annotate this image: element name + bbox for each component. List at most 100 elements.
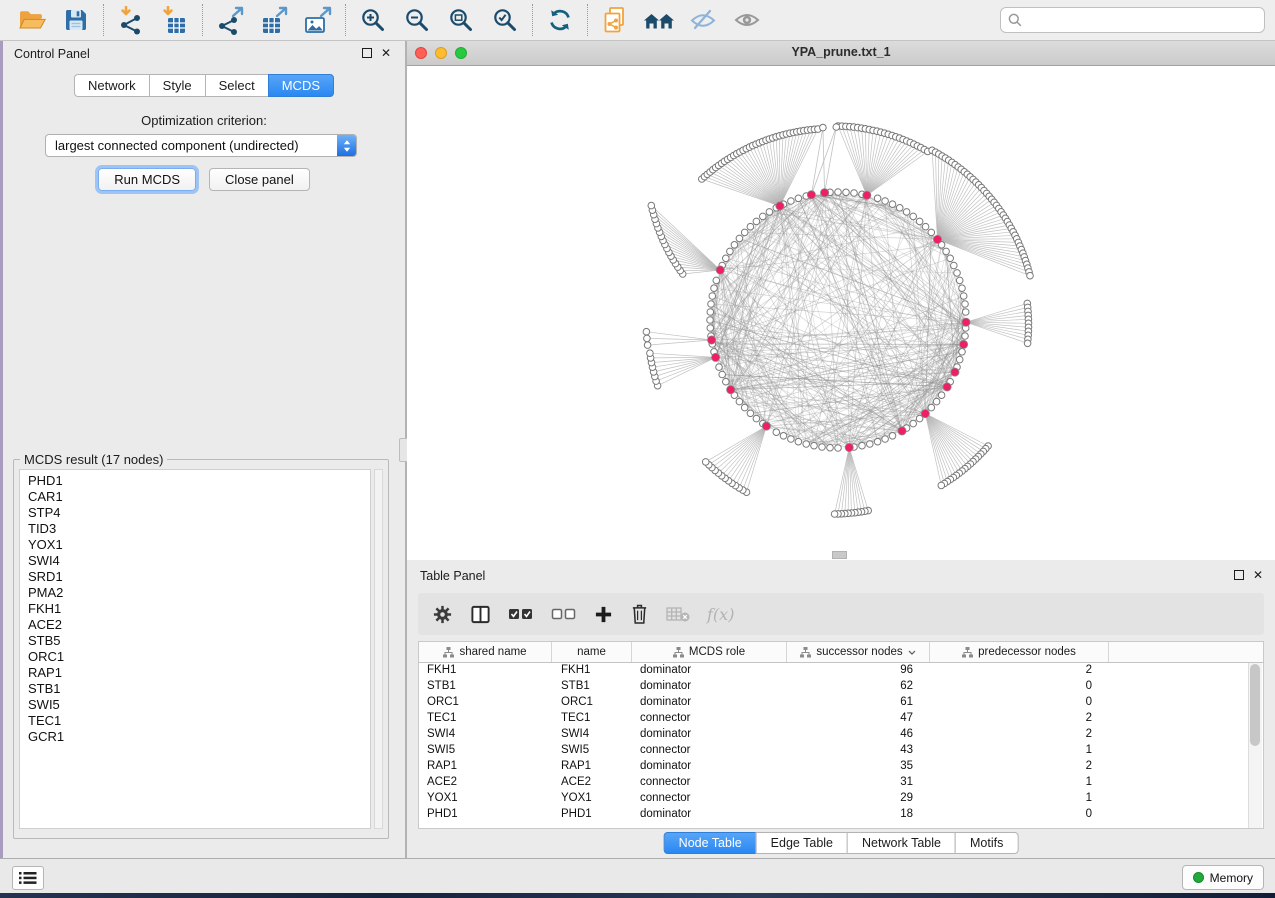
open-file-button[interactable] — [10, 3, 54, 37]
canvas-scroll-thumb[interactable] — [832, 551, 847, 559]
mcds-node[interactable] — [727, 386, 735, 394]
mcds-node[interactable] — [716, 266, 724, 274]
list-item[interactable]: SRD1 — [28, 569, 370, 585]
network-node[interactable] — [1027, 272, 1034, 279]
network-node[interactable] — [723, 255, 730, 262]
network-node[interactable] — [959, 349, 966, 356]
network-node[interactable] — [947, 255, 954, 262]
list-item[interactable]: STP4 — [28, 505, 370, 521]
network-node[interactable] — [910, 420, 917, 427]
network-node[interactable] — [954, 270, 961, 277]
network-node[interactable] — [707, 317, 714, 324]
table-row[interactable]: ACE2ACE2connector311 — [419, 774, 1263, 790]
table-row[interactable]: RAP1RAP1dominator352 — [419, 758, 1263, 774]
network-node[interactable] — [753, 415, 760, 422]
search-input[interactable] — [1027, 12, 1257, 28]
network-node[interactable] — [766, 209, 773, 216]
float-panel-icon[interactable] — [362, 48, 372, 58]
mcds-node[interactable] — [708, 336, 716, 344]
network-node[interactable] — [747, 410, 754, 417]
network-node[interactable] — [874, 438, 881, 445]
network-node[interactable] — [851, 190, 858, 197]
add-row-icon[interactable] — [594, 601, 613, 627]
network-node[interactable] — [820, 124, 827, 131]
network-node[interactable] — [711, 285, 718, 292]
network-node[interactable] — [719, 371, 726, 378]
mcds-node[interactable] — [962, 318, 970, 326]
network-node[interactable] — [1024, 340, 1031, 347]
network-node[interactable] — [707, 325, 714, 332]
zoom-selected-button[interactable] — [483, 3, 527, 37]
network-node[interactable] — [773, 429, 780, 436]
mcds-node[interactable] — [821, 189, 829, 197]
network-node[interactable] — [702, 459, 709, 466]
tab-node-table[interactable]: Node Table — [664, 832, 757, 854]
mcds-node[interactable] — [712, 353, 720, 361]
network-node[interactable] — [843, 189, 850, 196]
list-item[interactable]: PMA2 — [28, 585, 370, 601]
network-node[interactable] — [874, 195, 881, 202]
search-field[interactable] — [1000, 7, 1265, 33]
network-canvas[interactable] — [407, 66, 1275, 560]
network-node[interactable] — [731, 242, 738, 249]
mcds-node[interactable] — [762, 422, 770, 430]
network-node[interactable] — [713, 277, 720, 284]
mcds-node[interactable] — [845, 443, 853, 451]
list-item[interactable]: RAP1 — [28, 665, 370, 681]
network-node[interactable] — [889, 433, 896, 440]
tab-network[interactable]: Network — [74, 74, 150, 97]
export-image-button[interactable] — [296, 3, 340, 37]
network-node[interactable] — [716, 364, 723, 371]
select-all-checkboxes-icon[interactable] — [508, 601, 534, 627]
network-node[interactable] — [889, 201, 896, 208]
network-node[interactable] — [960, 293, 967, 300]
criterion-dropdown[interactable]: largest connected component (undirected) — [45, 134, 357, 157]
network-node[interactable] — [707, 309, 714, 316]
network-node[interactable] — [903, 209, 910, 216]
network-node[interactable] — [882, 198, 889, 205]
network-node[interactable] — [928, 229, 935, 236]
list-item[interactable]: SWI5 — [28, 697, 370, 713]
network-node[interactable] — [709, 293, 716, 300]
list-item[interactable]: YOX1 — [28, 537, 370, 553]
column-header-shared-name[interactable]: shared name — [419, 642, 552, 662]
network-node[interactable] — [723, 378, 730, 385]
column-header-name[interactable]: name — [552, 642, 632, 662]
network-window-titlebar[interactable]: YPA_prune.txt_1 — [407, 41, 1275, 66]
network-node[interactable] — [928, 404, 935, 411]
zoom-in-button[interactable] — [351, 3, 395, 37]
list-item[interactable]: STB1 — [28, 681, 370, 697]
delete-row-trash-icon[interactable] — [630, 601, 649, 627]
first-neighbors-button[interactable] — [637, 3, 681, 37]
network-node[interactable] — [833, 124, 840, 131]
network-node[interactable] — [736, 398, 743, 405]
network-node[interactable] — [741, 229, 748, 236]
network-node[interactable] — [962, 333, 969, 340]
table-row[interactable]: STB1STB1dominator620 — [419, 678, 1263, 694]
network-node[interactable] — [727, 248, 734, 255]
network-node[interactable] — [835, 189, 842, 196]
table-scrollbar[interactable] — [1248, 663, 1262, 828]
tab-network-table[interactable]: Network Table — [847, 832, 956, 854]
network-node[interactable] — [962, 309, 969, 316]
network-node[interactable] — [795, 195, 802, 202]
network-node[interactable] — [741, 404, 748, 411]
tab-edge-table[interactable]: Edge Table — [756, 832, 848, 854]
zoom-fit-button[interactable] — [439, 3, 483, 37]
hide-selected-button[interactable] — [681, 3, 725, 37]
network-node[interactable] — [943, 248, 950, 255]
table-row[interactable]: FKH1FKH1dominator962 — [419, 662, 1263, 678]
tab-style[interactable]: Style — [149, 74, 206, 97]
network-node[interactable] — [803, 441, 810, 448]
network-node[interactable] — [708, 301, 715, 308]
mcds-node[interactable] — [863, 191, 871, 199]
run-mcds-button[interactable]: Run MCDS — [98, 168, 196, 191]
network-node[interactable] — [780, 433, 787, 440]
network-node[interactable] — [910, 213, 917, 220]
task-history-button[interactable] — [12, 866, 44, 890]
network-node[interactable] — [760, 213, 767, 220]
network-node[interactable] — [882, 436, 889, 443]
mcds-node[interactable] — [776, 202, 784, 210]
mcds-node[interactable] — [921, 410, 929, 418]
clone-network-button[interactable] — [593, 3, 637, 37]
